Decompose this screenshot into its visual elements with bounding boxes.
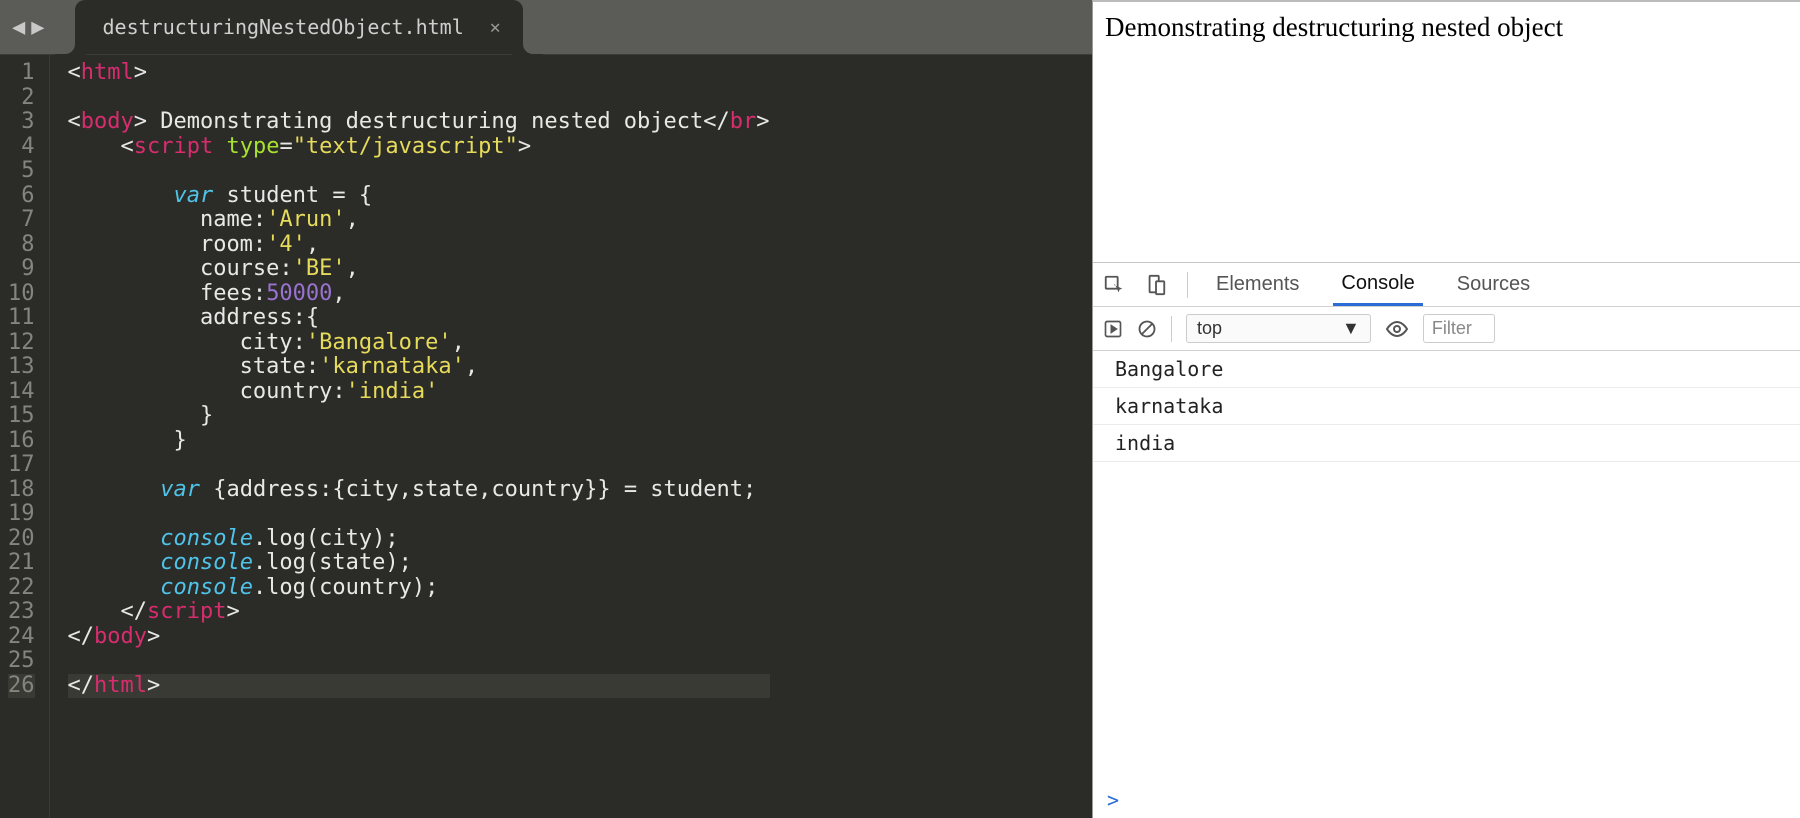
editor-tab[interactable]: destructuringNestedObject.html ✕ [75,0,523,54]
line-number: 21 [8,551,35,576]
code-line[interactable]: console.log(city); [68,527,770,552]
line-number: 13 [8,355,35,380]
line-number: 24 [8,625,35,650]
context-selector[interactable]: top ▼ [1186,314,1371,343]
code-line[interactable]: </script> [68,600,770,625]
device-icon[interactable] [1145,274,1167,296]
line-number: 15 [8,404,35,429]
code-line[interactable] [68,86,770,111]
divider [1187,272,1188,298]
nav-forward-icon[interactable]: ▶ [31,15,44,40]
code-line[interactable]: fees:50000, [68,282,770,307]
line-number: 1 [8,61,35,86]
devtools-tab-console[interactable]: Console [1333,263,1422,306]
eye-icon[interactable] [1385,317,1409,341]
browser-pane: Demonstrating destructuring nested objec… [1092,0,1800,818]
code-line[interactable] [68,159,770,184]
line-number: 18 [8,478,35,503]
code-line[interactable]: </html> [68,674,770,699]
code-area[interactable]: <html> <body> Demonstrating destructurin… [50,55,770,818]
devtools-tab-sources[interactable]: Sources [1449,263,1538,306]
line-number: 14 [8,380,35,405]
divider [1171,316,1172,342]
code-line[interactable]: <html> [68,61,770,86]
play-icon[interactable] [1103,319,1123,339]
editor-nav-arrows: ◀ ▶ [0,0,57,54]
close-icon[interactable]: ✕ [490,17,501,38]
line-number: 6 [8,184,35,209]
console-row: Bangalore [1093,351,1800,388]
nav-back-icon[interactable]: ◀ [12,15,25,40]
prompt-chevron: > [1107,788,1119,812]
line-number: 8 [8,233,35,258]
code-editor-pane: ◀ ▶ destructuringNestedObject.html ✕ 123… [0,0,1092,818]
code-line[interactable]: <script type="text/javascript"> [68,135,770,160]
code-line[interactable]: </body> [68,625,770,650]
code-line[interactable]: address:{ [68,306,770,331]
editor-body[interactable]: 1234567891011121314151617181920212223242… [0,55,1092,818]
code-line[interactable]: console.log(state); [68,551,770,576]
line-number-gutter: 1234567891011121314151617181920212223242… [0,55,50,818]
line-number: 22 [8,576,35,601]
line-number: 17 [8,453,35,478]
line-number: 26 [8,674,35,699]
line-number: 11 [8,306,35,331]
devtools-tabs: Elements Console Sources [1093,263,1800,307]
line-number: 3 [8,110,35,135]
code-line[interactable] [68,649,770,674]
devtools-tab-elements[interactable]: Elements [1208,263,1307,306]
line-number: 10 [8,282,35,307]
code-line[interactable] [68,502,770,527]
line-number: 5 [8,159,35,184]
code-line[interactable]: name:'Arun', [68,208,770,233]
line-number: 2 [8,86,35,111]
code-line[interactable]: var {address:{city,state,country}} = stu… [68,478,770,503]
code-line[interactable]: room:'4', [68,233,770,258]
line-number: 9 [8,257,35,282]
code-line[interactable]: course:'BE', [68,257,770,282]
line-number: 12 [8,331,35,356]
chevron-down-icon: ▼ [1342,318,1360,339]
code-line[interactable]: city:'Bangalore', [68,331,770,356]
line-number: 25 [8,649,35,674]
rendered-page: Demonstrating destructuring nested objec… [1093,2,1800,262]
code-line[interactable]: } [68,404,770,429]
editor-tabbar: ◀ ▶ destructuringNestedObject.html ✕ [0,0,1092,55]
line-number: 20 [8,527,35,552]
console-prompt[interactable]: > [1093,782,1800,818]
devtools-panel: Elements Console Sources top ▼ [1093,262,1800,818]
code-line[interactable]: state:'karnataka', [68,355,770,380]
clear-icon[interactable] [1137,319,1157,339]
code-line[interactable]: <body> Demonstrating destructuring neste… [68,110,770,135]
code-line[interactable]: } [68,429,770,454]
code-line[interactable]: console.log(country); [68,576,770,601]
code-line[interactable]: country:'india' [68,380,770,405]
editor-tab-title: destructuringNestedObject.html [103,15,464,39]
page-text: Demonstrating destructuring nested objec… [1105,12,1563,42]
line-number: 4 [8,135,35,160]
line-number: 16 [8,429,35,454]
line-number: 23 [8,600,35,625]
console-toolbar: top ▼ Filter [1093,307,1800,351]
line-number: 19 [8,502,35,527]
console-row: karnataka [1093,388,1800,425]
code-line[interactable]: var student = { [68,184,770,209]
inspect-icon[interactable] [1103,274,1125,296]
filter-input[interactable]: Filter [1423,314,1495,343]
console-row: india [1093,425,1800,462]
console-output: Bangalorekarnatakaindia [1093,351,1800,782]
context-selector-label: top [1197,318,1222,339]
code-line[interactable] [68,453,770,478]
line-number: 7 [8,208,35,233]
